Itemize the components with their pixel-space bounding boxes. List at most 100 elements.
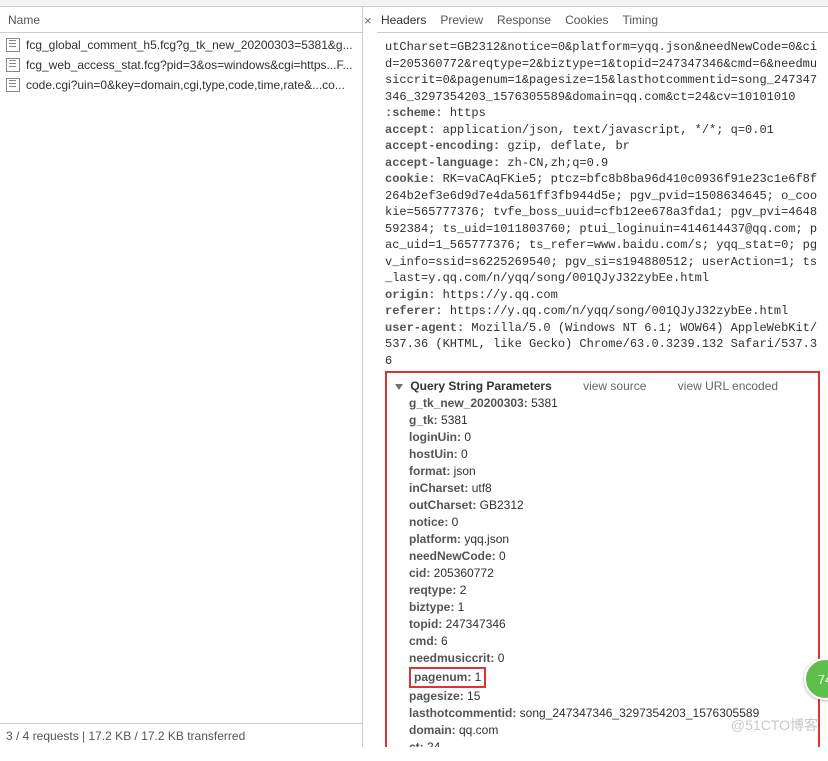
param-line: lasthotcommentid: song_247347346_3297354… — [409, 705, 810, 722]
param-value: 5381 — [531, 396, 558, 410]
param-value: json — [454, 464, 476, 478]
main-split: Name fcg_global_comment_h5.fcg?g_tk_new_… — [0, 7, 828, 747]
param-line: cid: 205360772 — [409, 565, 810, 582]
param-key: reqtype: — [409, 583, 460, 597]
header-value: https://y.qq.com/n/yqq/song/001QJyJ32zyb… — [450, 304, 788, 318]
query-string-parameters-block: Query String Parameters view source view… — [385, 371, 820, 747]
header-line: origin: https://y.qq.com — [385, 287, 820, 304]
header-key: accept-encoding: — [385, 139, 507, 153]
param-key: lasthotcommentid: — [409, 706, 520, 720]
header-key: user-agent: — [385, 321, 471, 335]
param-line: loginUin: 0 — [409, 429, 810, 446]
param-value: 0 — [461, 447, 468, 461]
param-value: 5381 — [441, 413, 468, 427]
file-icon — [6, 38, 20, 52]
param-line: pagenum: 1 — [409, 667, 810, 688]
param-line: g_tk_new_20200303: 5381 — [409, 395, 810, 412]
tab-cookies[interactable]: Cookies — [565, 13, 608, 27]
view-source-link[interactable]: view source — [583, 379, 646, 393]
param-key: loginUin: — [409, 430, 464, 444]
view-url-encoded-link[interactable]: view URL encoded — [678, 379, 778, 393]
param-line: platform: yqq.json — [409, 531, 810, 548]
header-line: accept-language: zh-CN,zh;q=0.9 — [385, 155, 820, 172]
qsp-section-title[interactable]: Query String Parameters view source view… — [395, 378, 810, 395]
param-key: g_tk: — [409, 413, 441, 427]
param-key: cid: — [409, 566, 434, 580]
param-value: 1 — [475, 670, 482, 684]
header-value: https — [450, 106, 486, 120]
param-value: qq.com — [459, 723, 498, 737]
param-key: needNewCode: — [409, 549, 499, 563]
param-value: 0 — [499, 549, 506, 563]
param-value: 24 — [427, 740, 440, 748]
tab-preview[interactable]: Preview — [440, 13, 483, 27]
param-value: 205360772 — [434, 566, 494, 580]
param-line: hostUin: 0 — [409, 446, 810, 463]
param-key: platform: — [409, 532, 464, 546]
header-value: RK=vaCAqFKie5; ptcz=bfc8b8ba96d410c0936f… — [385, 172, 817, 285]
param-value: 6 — [441, 634, 448, 648]
request-row[interactable]: code.cgi?uin=0&key=domain,cgi,type,code,… — [0, 75, 362, 95]
header-value: zh-CN,zh;q=0.9 — [507, 156, 608, 170]
header-line: accept-encoding: gzip, deflate, br — [385, 138, 820, 155]
param-line: needNewCode: 0 — [409, 548, 810, 565]
file-icon — [6, 78, 20, 92]
param-key: g_tk_new_20200303: — [409, 396, 531, 410]
param-line: pagesize: 15 — [409, 688, 810, 705]
request-url-continuation: utCharset=GB2312&notice=0&platform=yqq.j… — [385, 39, 820, 105]
header-line: :scheme: https — [385, 105, 820, 122]
param-key: pagenum: — [414, 670, 475, 684]
param-line: needmusiccrit: 0 — [409, 650, 810, 667]
tab-response[interactable]: Response — [497, 13, 551, 27]
param-value: 2 — [460, 583, 467, 597]
header-key: origin: — [385, 288, 443, 302]
param-value: song_247347346_3297354203_1576305589 — [520, 706, 760, 720]
param-line: inCharset: utf8 — [409, 480, 810, 497]
param-key: outCharset: — [409, 498, 480, 512]
param-value: 247347346 — [446, 617, 506, 631]
header-line: accept: application/json, text/javascrip… — [385, 122, 820, 139]
param-key: domain: — [409, 723, 459, 737]
headers-body: utCharset=GB2312&notice=0&platform=yqq.j… — [377, 33, 828, 747]
param-line: topid: 247347346 — [409, 616, 810, 633]
toolbar-spacer — [0, 0, 828, 7]
tab-timing[interactable]: Timing — [622, 13, 658, 27]
request-name: fcg_web_access_stat.fcg?pid=3&os=windows… — [26, 58, 353, 72]
param-value: 1 — [458, 600, 465, 614]
param-key: format: — [409, 464, 454, 478]
param-key: pagesize: — [409, 689, 467, 703]
param-value: 0 — [464, 430, 471, 444]
expand-triangle-icon[interactable] — [395, 384, 403, 390]
file-icon — [6, 58, 20, 72]
tab-headers[interactable]: Headers — [381, 13, 426, 27]
header-line: user-agent: Mozilla/5.0 (Windows NT 6.1;… — [385, 320, 820, 370]
param-line: g_tk: 5381 — [409, 412, 810, 429]
header-value: https://y.qq.com — [443, 288, 558, 302]
param-value: 0 — [498, 651, 505, 665]
qsp-title-text: Query String Parameters — [410, 379, 551, 393]
param-key: ct: — [409, 740, 427, 748]
request-list: fcg_global_comment_h5.fcg?g_tk_new_20200… — [0, 33, 362, 723]
param-key: needmusiccrit: — [409, 651, 498, 665]
details-panel: Headers Preview Response Cookies Timing utCh… — [377, 7, 828, 747]
name-column-header[interactable]: Name — [0, 7, 362, 33]
param-line: notice: 0 — [409, 514, 810, 531]
detail-tabs: Headers Preview Response Cookies Timing — [377, 7, 828, 33]
param-key: notice: — [409, 515, 452, 529]
param-value: 15 — [467, 689, 480, 703]
header-line: cookie: RK=vaCAqFKie5; ptcz=bfc8b8ba96d4… — [385, 171, 820, 287]
param-key: hostUin: — [409, 447, 461, 461]
header-key: referer: — [385, 304, 450, 318]
param-key: topid: — [409, 617, 446, 631]
param-line: outCharset: GB2312 — [409, 497, 810, 514]
header-line: referer: https://y.qq.com/n/yqq/song/001… — [385, 303, 820, 320]
panel-divider[interactable]: × — [363, 7, 377, 747]
request-row[interactable]: fcg_web_access_stat.fcg?pid=3&os=windows… — [0, 55, 362, 75]
param-value: 0 — [452, 515, 459, 529]
request-name: code.cgi?uin=0&key=domain,cgi,type,code,… — [26, 78, 345, 92]
header-value: gzip, deflate, br — [507, 139, 629, 153]
status-bar: 3 / 4 requests | 17.2 KB / 17.2 KB trans… — [0, 723, 362, 747]
header-key: cookie: — [385, 172, 443, 186]
close-icon[interactable]: × — [364, 13, 372, 28]
request-row[interactable]: fcg_global_comment_h5.fcg?g_tk_new_20200… — [0, 35, 362, 55]
